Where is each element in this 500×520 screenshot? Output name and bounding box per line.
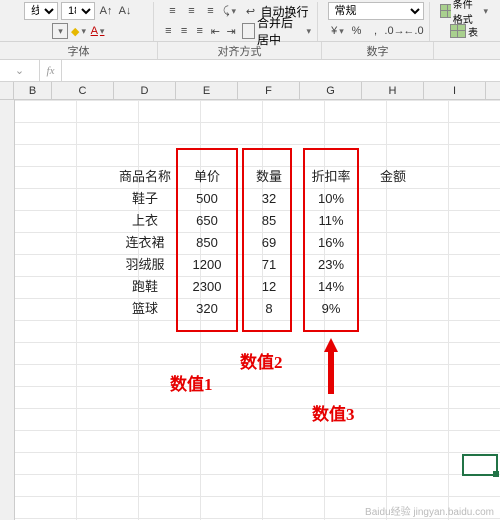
currency-icon[interactable]: ¥ (330, 23, 346, 39)
table-row[interactable]: 12 (238, 276, 300, 298)
table-row[interactable]: 16% (300, 232, 362, 254)
col-H[interactable]: H (362, 82, 424, 99)
align-center-icon[interactable]: ≡ (178, 23, 191, 39)
table-row[interactable]: 跑鞋 (114, 276, 176, 298)
indent-dec-icon[interactable]: ⇤ (209, 23, 222, 39)
hdr-discount[interactable]: 折扣率 (300, 166, 362, 188)
formula-input[interactable] (62, 60, 500, 81)
align-middle-icon[interactable]: ≡ (183, 3, 199, 19)
align-top-icon[interactable]: ≡ (164, 3, 180, 19)
table-row[interactable]: 8 (238, 298, 300, 320)
table-row[interactable]: 85 (238, 210, 300, 232)
table-row[interactable]: 11% (300, 210, 362, 232)
group-align: 对齐方式 (158, 42, 322, 59)
arrow-stem (328, 352, 334, 394)
annotation-v3: 数值3 (312, 400, 355, 425)
group-font: 字体 (0, 42, 158, 59)
table-row[interactable]: 69 (238, 232, 300, 254)
table-row[interactable]: 篮球 (114, 298, 176, 320)
col-G[interactable]: G (300, 82, 362, 99)
ribbon: 线 18 A↑ A↓ ◆ A ≡ ≡ ≡ ⤹ ↩自动换行 ≡ ≡ ≡ ⇤ ⇥ 合… (0, 0, 500, 42)
hdr-qty[interactable]: 数量 (238, 166, 300, 188)
grid[interactable]: 商品名称 单价 数量 折扣率 金额 鞋子 500 32 10% 上衣 650 8… (0, 100, 500, 520)
table-row[interactable]: 鞋子 (114, 188, 176, 210)
table-row[interactable]: 71 (238, 254, 300, 276)
col-D[interactable]: D (114, 82, 176, 99)
active-cell[interactable] (462, 454, 498, 476)
table-button[interactable]: 表 (448, 24, 480, 39)
sheet: B C D E F G H I 商品名称 单价 数量 折扣率 金额 鞋子 500… (0, 82, 500, 520)
annotation-v1: 数值1 (170, 370, 213, 395)
table-row[interactable]: 9% (300, 298, 362, 320)
table-row[interactable]: 1200 (176, 254, 238, 276)
hdr-price[interactable]: 单价 (176, 166, 238, 188)
name-box[interactable]: ⌄ (0, 60, 40, 81)
column-headers: B C D E F G H I (0, 82, 500, 100)
cond-format-icon (440, 4, 451, 18)
table-row[interactable]: 320 (176, 298, 238, 320)
grow-font-icon[interactable]: A↑ (98, 3, 114, 19)
dec-decimal-icon[interactable]: ←.0 (406, 23, 422, 39)
hdr-name[interactable]: 商品名称 (114, 166, 176, 188)
indent-inc-icon[interactable]: ⇥ (225, 23, 238, 39)
table-row[interactable]: 连衣裙 (114, 232, 176, 254)
table-row[interactable]: 32 (238, 188, 300, 210)
table-row[interactable]: 850 (176, 232, 238, 254)
fill-color-icon[interactable]: ◆ (71, 23, 87, 39)
table-row[interactable]: 10% (300, 188, 362, 210)
col-F[interactable]: F (238, 82, 300, 99)
fx-button[interactable]: fx (40, 60, 62, 81)
comma-icon[interactable]: , (368, 23, 384, 39)
percent-icon[interactable]: % (349, 23, 365, 39)
formula-bar: ⌄ fx (0, 60, 500, 82)
table-row[interactable]: 650 (176, 210, 238, 232)
line-style-select[interactable]: 线 (24, 2, 58, 20)
border-icon[interactable] (52, 23, 68, 39)
col-I[interactable]: I (424, 82, 486, 99)
font-color-icon[interactable]: A (90, 23, 106, 39)
merge-icon (242, 23, 255, 39)
orientation-icon[interactable]: ⤹ (221, 3, 237, 19)
group-number: 数字 (322, 42, 434, 59)
table-label: 表 (468, 24, 478, 39)
col-B[interactable]: B (14, 82, 52, 99)
align-bottom-icon[interactable]: ≡ (202, 3, 218, 19)
align-left-icon[interactable]: ≡ (162, 23, 175, 39)
table-row[interactable]: 23% (300, 254, 362, 276)
table-icon (450, 24, 466, 38)
annotation-v2: 数值2 (240, 348, 283, 373)
table-row[interactable]: 上衣 (114, 210, 176, 232)
table-row[interactable]: 2300 (176, 276, 238, 298)
col-C[interactable]: C (52, 82, 114, 99)
watermark: Baidu经验 jingyan.baidu.com (365, 503, 494, 518)
ribbon-groups: 字体 对齐方式 数字 (0, 42, 500, 60)
table-row[interactable]: 羽绒服 (114, 254, 176, 276)
arrow-icon (324, 338, 338, 352)
col-E[interactable]: E (176, 82, 238, 99)
font-size-select[interactable]: 18 (61, 2, 95, 20)
table-row[interactable]: 500 (176, 188, 238, 210)
align-right-icon[interactable]: ≡ (193, 23, 206, 39)
hdr-amount[interactable]: 金额 (362, 166, 424, 188)
number-format-select[interactable]: 常规 (328, 2, 424, 20)
shrink-font-icon[interactable]: A↓ (117, 3, 133, 19)
table-row[interactable]: 14% (300, 276, 362, 298)
inc-decimal-icon[interactable]: .0→ (387, 23, 403, 39)
